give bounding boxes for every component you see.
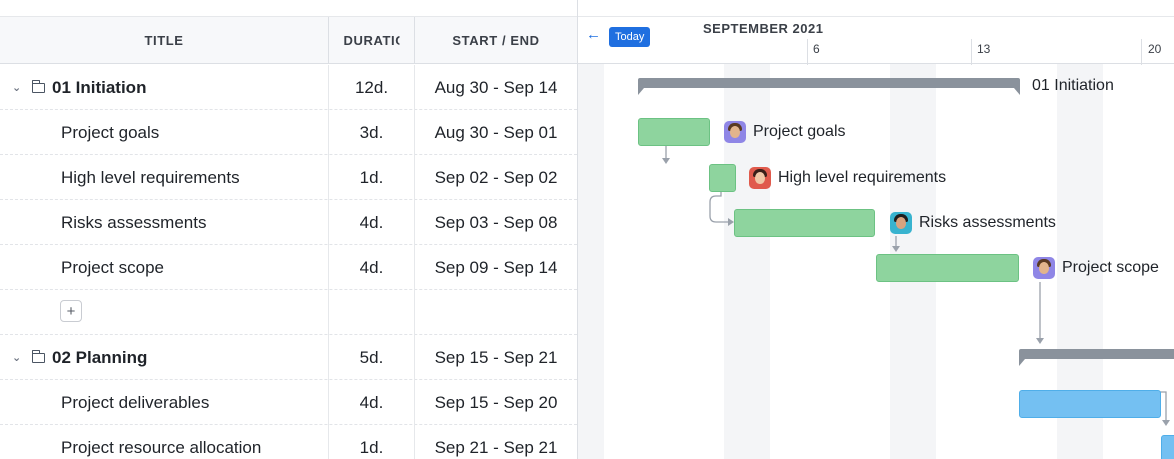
- row-dates: Sep 15 - Sep 21: [434, 347, 558, 367]
- row-dates: Sep 21 - Sep 21: [434, 437, 558, 457]
- table-row[interactable]: Project resource allocation 1d. Sep 21 -…: [0, 425, 577, 459]
- row-title: 02 Planning: [52, 347, 148, 367]
- row-title-cell: ⌄ 01 Initiation: [0, 65, 329, 110]
- row-title-cell: High level requirements: [0, 155, 329, 200]
- table-row-group[interactable]: ⌄ 01 Initiation 12d. Aug 30 - Sep 14: [0, 65, 577, 110]
- add-task-button[interactable]: +: [60, 300, 82, 322]
- task-label-text: Risks assessments: [919, 214, 1056, 231]
- row-title: Project scope: [61, 257, 164, 277]
- row-title-cell: +: [0, 290, 329, 335]
- row-title-cell: Project resource allocation: [0, 425, 329, 459]
- row-dates: Aug 30 - Sep 01: [434, 122, 558, 142]
- task-label-high-level-requirements: High level requirements: [749, 167, 946, 189]
- task-bar-project-goals[interactable]: [638, 118, 710, 146]
- row-title: Project resource allocation: [61, 437, 262, 457]
- summary-bar-initiation[interactable]: [638, 78, 1020, 95]
- folder-icon: [31, 349, 45, 363]
- table-row[interactable]: Project scope 4d. Sep 09 - Sep 14: [0, 245, 577, 290]
- column-header-duration[interactable]: DURATION: [329, 17, 415, 64]
- row-title-cell: Risks assessments: [0, 200, 329, 245]
- row-duration: 1d.: [329, 155, 415, 200]
- folder-icon: [31, 79, 45, 93]
- row-title: 01 Initiation: [52, 77, 147, 97]
- row-dates: [415, 290, 577, 335]
- row-duration: 4d.: [329, 245, 415, 290]
- chevron-down-icon[interactable]: ⌄: [12, 351, 24, 364]
- task-label-text: Project goals: [753, 123, 846, 140]
- table-row-group[interactable]: ⌄ 02 Planning 5d. Sep 15 - Sep 21: [0, 335, 577, 380]
- row-title-cell: Project deliverables: [0, 380, 329, 425]
- row-title-cell: ⌄ 02 Planning: [0, 335, 329, 380]
- row-dates: Sep 09 - Sep 14: [434, 257, 558, 277]
- avatar: [890, 212, 912, 234]
- table-row[interactable]: Project goals 3d. Aug 30 - Sep 01: [0, 110, 577, 155]
- gantt-timeline[interactable]: ← Today SEPTEMBER 2021 6 13 20 01 Initia…: [578, 0, 1174, 459]
- table-row[interactable]: High level requirements 1d. Sep 02 - Sep…: [0, 155, 577, 200]
- row-duration: 4d.: [329, 200, 415, 245]
- column-header-duration-label: DURATION: [343, 33, 400, 48]
- task-bar-risks-assessments[interactable]: [734, 209, 875, 237]
- summary-label-initiation: 01 Initiation: [1032, 77, 1114, 94]
- column-header-title[interactable]: TITLE: [0, 17, 329, 64]
- grid-header: TITLE DURATION START / END: [0, 16, 577, 64]
- row-title-cell: Project scope: [0, 245, 329, 290]
- row-duration: 5d.: [329, 335, 415, 380]
- task-grid: TITLE DURATION START / END ⌄ 01 Initiati…: [0, 0, 578, 459]
- row-duration: 1d.: [329, 425, 415, 459]
- row-title: Risks assessments: [61, 212, 207, 232]
- row-title: Project goals: [61, 122, 160, 142]
- task-label-text: High level requirements: [778, 169, 947, 186]
- row-duration: [329, 290, 415, 335]
- table-row[interactable]: Project deliverables 4d. Sep 15 - Sep 20: [0, 380, 577, 425]
- task-bar-project-resource-allocation[interactable]: [1161, 435, 1174, 459]
- row-title: High level requirements: [61, 167, 240, 187]
- task-label-project-scope: Project scope: [1033, 257, 1159, 279]
- task-label-text: Project scope: [1062, 259, 1159, 276]
- row-duration: 4d.: [329, 380, 415, 425]
- row-title: Project deliverables: [61, 392, 210, 412]
- summary-bar-planning[interactable]: [1019, 349, 1174, 366]
- task-bar-high-level-requirements[interactable]: [709, 164, 736, 192]
- avatar: [724, 121, 746, 143]
- task-label-project-goals: Project goals: [724, 121, 846, 143]
- row-dates: Aug 30 - Sep 14: [434, 77, 558, 97]
- column-header-start-end[interactable]: START / END: [415, 17, 577, 64]
- row-duration: 12d.: [329, 65, 415, 110]
- table-row-add: +: [0, 290, 577, 335]
- avatar: [749, 167, 771, 189]
- task-bar-project-deliverables[interactable]: [1019, 390, 1161, 418]
- row-duration: 3d.: [329, 110, 415, 155]
- row-dates: Sep 03 - Sep 08: [434, 212, 558, 232]
- row-dates: Sep 15 - Sep 20: [434, 392, 558, 412]
- row-title-cell: Project goals: [0, 110, 329, 155]
- row-dates: Sep 02 - Sep 02: [434, 167, 558, 187]
- chevron-down-icon[interactable]: ⌄: [12, 81, 24, 94]
- task-bar-project-scope[interactable]: [876, 254, 1019, 282]
- avatar: [1033, 257, 1055, 279]
- table-row[interactable]: Risks assessments 4d. Sep 03 - Sep 08: [0, 200, 577, 245]
- task-label-risks-assessments: Risks assessments: [890, 212, 1056, 234]
